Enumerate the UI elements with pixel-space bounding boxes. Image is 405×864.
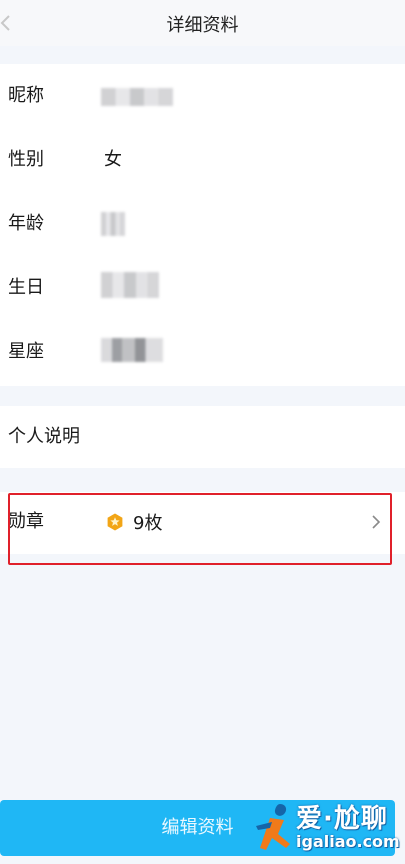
birthday-value-redacted xyxy=(101,272,159,298)
description-card[interactable]: 个人说明 xyxy=(0,406,405,468)
age-value-redacted xyxy=(101,212,125,236)
zodiac-value-redacted xyxy=(101,338,163,362)
watermark-brand: 爱·尬聊 xyxy=(296,804,388,834)
nav-bar: 详细资料 xyxy=(0,0,405,46)
description-label: 个人说明 xyxy=(8,426,80,447)
birthday-label: 生日 xyxy=(8,277,44,298)
gender-row[interactable]: 性别 女 xyxy=(0,128,405,192)
nickname-value-redacted xyxy=(101,88,173,106)
nickname-label: 昵称 xyxy=(8,85,44,106)
profile-info-card: 昵称 性别 女 年龄 生日 星座 xyxy=(0,64,405,386)
gender-label: 性别 xyxy=(8,149,44,170)
page-title: 详细资料 xyxy=(166,15,239,36)
birthday-row[interactable]: 生日 xyxy=(0,256,405,320)
age-label: 年龄 xyxy=(8,213,44,234)
site-watermark: 爱·尬聊 igaliao.com xyxy=(252,796,402,860)
age-row[interactable]: 年龄 xyxy=(0,192,405,256)
highlight-box xyxy=(8,493,392,565)
profile-detail-screen: 详细资料 昵称 性别 女 年龄 生日 星座 个人说明 勋章 9枚 编辑资料 爱·… xyxy=(0,0,405,864)
zodiac-row[interactable]: 星座 xyxy=(0,320,405,384)
gender-value: 女 xyxy=(104,149,122,170)
running-figure-logo-icon xyxy=(256,804,290,850)
nickname-row[interactable]: 昵称 xyxy=(0,64,405,128)
watermark-site: igaliao.com xyxy=(296,832,400,851)
zodiac-label: 星座 xyxy=(8,341,44,362)
